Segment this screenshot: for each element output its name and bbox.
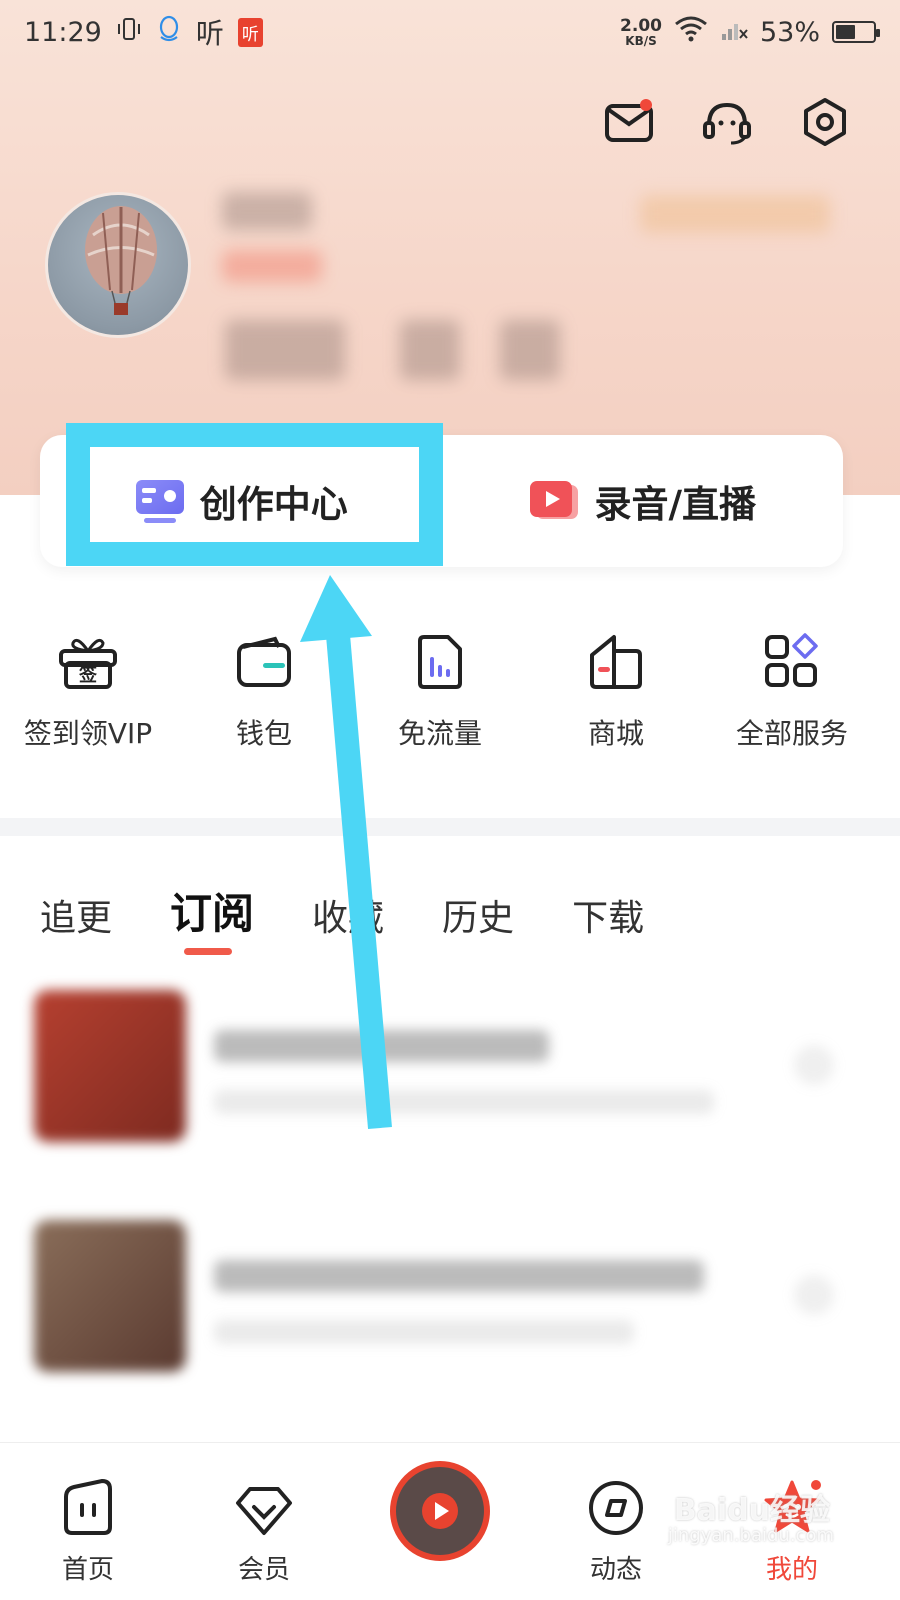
data-free-icon xyxy=(408,630,472,694)
now-playing-disc[interactable] xyxy=(390,1461,490,1561)
battery-icon xyxy=(832,21,880,43)
create-center-button[interactable]: 创作中心 xyxy=(40,474,442,528)
app-tag-badge: 听 xyxy=(237,17,263,47)
user-stat-3-blurred xyxy=(500,320,560,380)
tab-downloads[interactable]: 下载 xyxy=(572,889,644,941)
content-tabs: 追更 订阅 收藏 历史 下载 xyxy=(40,880,644,955)
tab-follow-updates[interactable]: 追更 xyxy=(40,889,112,941)
subtitle-blurred xyxy=(214,1090,714,1114)
avatar[interactable] xyxy=(45,192,191,338)
album-cover-blurred xyxy=(34,990,186,1142)
status-bar: 11:29 听 听 2.00 KB/S 53% xyxy=(0,0,900,64)
service-label: 商城 xyxy=(587,717,644,750)
nav-label: 我的 xyxy=(765,1555,818,1585)
app-tag-text: 听 xyxy=(195,17,224,50)
nav-vip[interactable]: 会员 xyxy=(176,1443,352,1600)
list-item[interactable] xyxy=(34,990,854,1150)
create-center-icon xyxy=(135,480,184,523)
gift-icon: 签 xyxy=(56,630,120,694)
net-speed: 2.00 KB/S xyxy=(620,15,662,48)
nav-player[interactable] xyxy=(352,1443,528,1600)
header-actions xyxy=(602,95,852,149)
services-row: 签 签到领VIP 钱包 免流量 商城 全部服务 xyxy=(0,630,900,752)
nav-label: 动态 xyxy=(589,1555,642,1585)
signal-icon xyxy=(720,16,748,49)
settings-button[interactable] xyxy=(798,95,852,149)
service-wallet[interactable]: 钱包 xyxy=(176,630,352,752)
vibrate-icon xyxy=(116,16,142,49)
nav-home[interactable]: 首页 xyxy=(0,1443,176,1600)
active-tab-indicator xyxy=(184,948,233,955)
username-blurred xyxy=(222,192,312,230)
user-badge-blurred xyxy=(222,250,322,282)
more-button-blurred xyxy=(794,1275,834,1315)
watermark-subtext: jingyan.baidu.com xyxy=(667,1525,834,1546)
service-label: 全部服务 xyxy=(735,717,848,750)
tab-favorites[interactable]: 收藏 xyxy=(312,889,384,941)
notification-dot xyxy=(640,99,652,111)
qq-icon xyxy=(156,15,182,50)
action-card: 创作中心 录音/直播 xyxy=(40,435,843,567)
nav-label: 会员 xyxy=(237,1555,290,1585)
hot-air-balloon-image xyxy=(85,206,157,315)
section-divider xyxy=(0,818,900,836)
battery-percent: 53% xyxy=(759,16,820,48)
feed-icon xyxy=(589,1481,643,1535)
customer-service-button[interactable] xyxy=(700,95,754,149)
vip-badge-blurred xyxy=(640,195,830,233)
svg-text:签: 签 xyxy=(78,664,98,686)
service-label: 钱包 xyxy=(235,717,292,750)
record-live-icon xyxy=(530,481,579,519)
service-checkin-vip[interactable]: 签 签到领VIP xyxy=(0,630,176,752)
home-icon xyxy=(64,1479,112,1535)
all-services-icon xyxy=(760,630,824,694)
create-center-label: 创作中心 xyxy=(199,483,348,526)
title-blurred xyxy=(214,1030,549,1062)
user-stat-1-blurred xyxy=(225,320,345,380)
record-live-button[interactable]: 录音/直播 xyxy=(442,474,844,528)
vip-icon xyxy=(236,1487,292,1535)
play-icon xyxy=(422,1493,458,1529)
service-data-free[interactable]: 免流量 xyxy=(352,630,528,752)
service-label: 免流量 xyxy=(397,717,482,750)
watermark-text: Baidu经验 xyxy=(673,1493,830,1528)
album-cover-blurred xyxy=(34,1220,186,1372)
user-stat-2-blurred xyxy=(400,320,460,380)
headset-icon xyxy=(703,102,751,145)
subtitle-blurred xyxy=(214,1320,634,1344)
service-all-services[interactable]: 全部服务 xyxy=(704,630,880,752)
settings-icon xyxy=(804,98,846,146)
tab-subscriptions[interactable]: 订阅 xyxy=(170,880,254,955)
nav-label: 首页 xyxy=(61,1555,114,1585)
wallet-icon xyxy=(232,630,296,694)
mail-button[interactable] xyxy=(602,95,656,149)
service-shop[interactable]: 商城 xyxy=(528,630,704,752)
title-blurred xyxy=(214,1260,704,1292)
list-item[interactable] xyxy=(34,1220,854,1380)
shop-icon xyxy=(584,630,648,694)
more-button-blurred xyxy=(794,1045,834,1085)
wifi-icon xyxy=(674,16,708,49)
status-time: 11:29 xyxy=(24,16,102,48)
tab-history[interactable]: 历史 xyxy=(442,889,514,941)
record-live-label: 录音/直播 xyxy=(594,483,756,526)
service-label: 签到领VIP xyxy=(23,717,153,750)
